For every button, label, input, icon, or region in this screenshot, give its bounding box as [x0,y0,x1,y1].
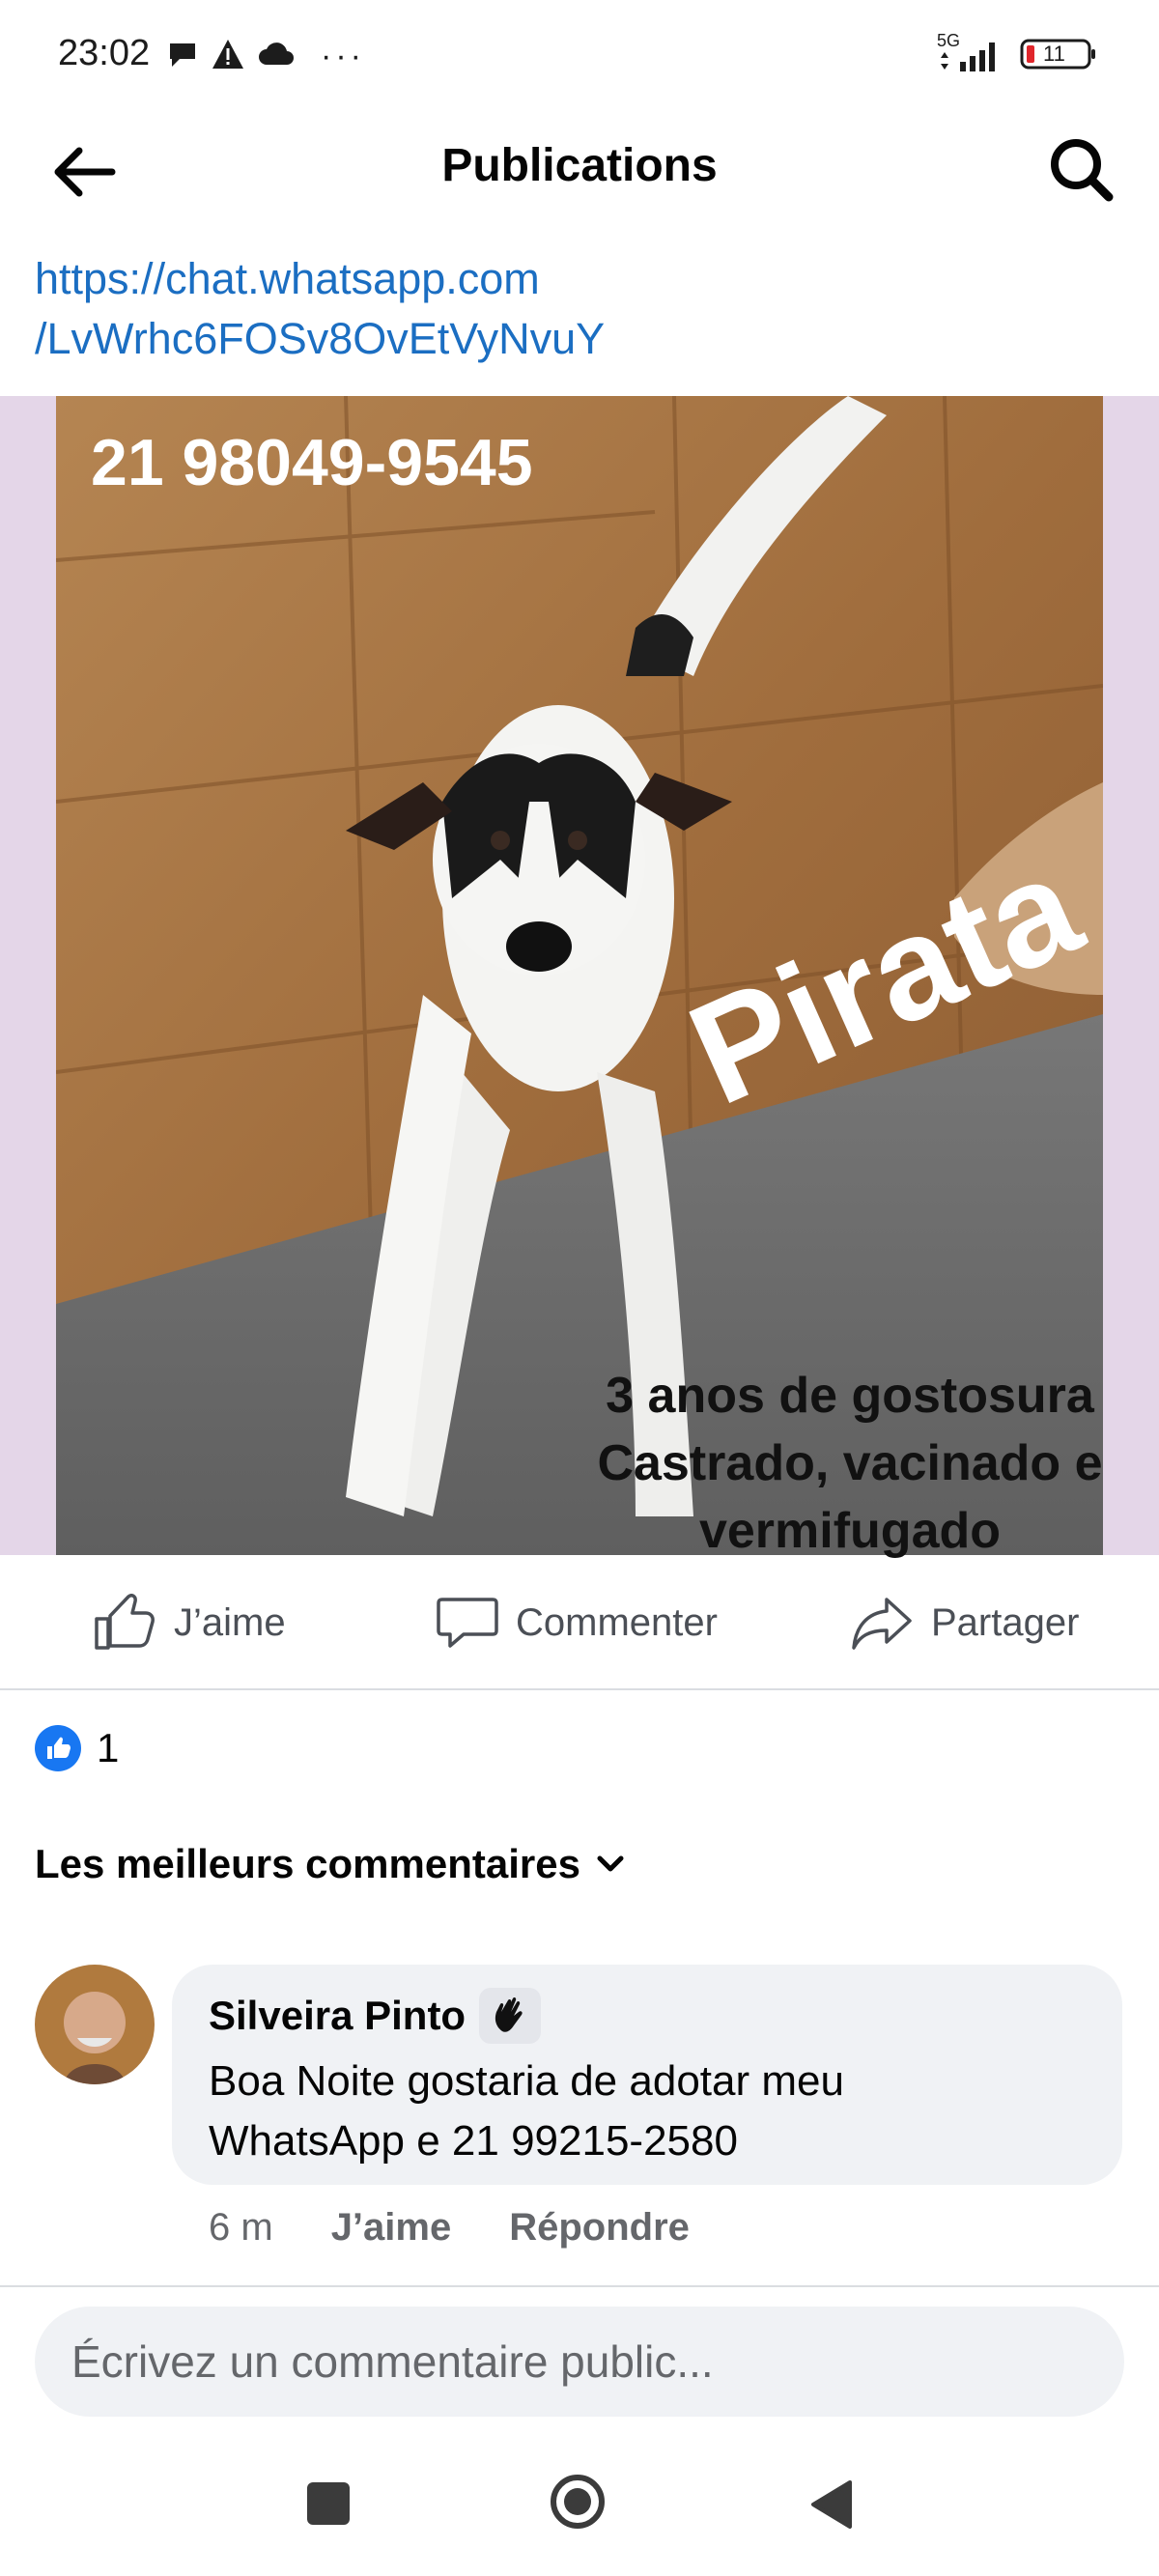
comments-sort-dropdown[interactable]: Les meilleurs commentaires [35,1841,627,1887]
like-button[interactable]: J’aime [93,1584,286,1661]
battery-level: 11 [1043,42,1065,66]
comments-sort-label: Les meilleurs commentaires [35,1841,580,1886]
cloud-icon [257,40,296,73]
link-line-1: https://chat.whatsapp.com [35,254,540,303]
chat-bubble-icon [166,38,199,75]
comment-like-button[interactable]: J’aime [331,2206,452,2250]
status-notification-icons: ··· [166,37,365,75]
status-time: 23:02 [58,33,151,73]
nav-home-button[interactable] [549,2473,607,2531]
avatar[interactable] [35,1965,155,2084]
share-arrow-icon [852,1598,912,1650]
divider [0,2285,1159,2287]
comment-text-line: WhatsApp e 21 99215-2580 [209,2117,738,2165]
page-title: Publications [441,140,718,191]
like-reaction-icon [35,1725,81,1771]
caption-line: vermifugado [698,1503,1002,1559]
link-line-2: /LvWrhc6FOSv8OvEtVyNvuY [35,314,606,363]
signal-icon: 5G [937,31,1006,75]
search-icon [1051,139,1114,202]
home-circle-icon [551,2475,605,2529]
thumbs-up-icon [95,1594,155,1650]
search-button[interactable] [1037,126,1124,212]
comment-meta: 6 m J’aime Répondre [209,2206,690,2250]
status-right: 5G 11 [937,31,1097,75]
photo-caption: 3 anos de gostosura Castrado, vacinado e… [580,1362,1120,1565]
comment-text-line: Boa Noite gostaria de adotar meu [209,2057,844,2105]
comment-bubble-icon [437,1598,498,1648]
reaction-count: 1 [97,1725,120,1770]
comment-time: 6 m [209,2206,273,2249]
comment-label: Commenter [516,1600,718,1644]
caption-line: Castrado, vacinado e [597,1435,1103,1491]
like-label: J’aime [174,1600,286,1644]
more-dots: ··· [321,37,365,74]
comment-author[interactable]: Silveira Pinto [209,1988,542,2044]
comment-input-placeholder: Écrivez un commentaire public... [71,2336,714,2387]
chevron-down-icon [597,1855,624,1872]
comment-author-name: Silveira Pinto [209,1993,466,2038]
comment-reply-button[interactable]: Répondre [509,2206,690,2250]
share-button[interactable]: Partager [850,1584,1079,1661]
warning-icon [211,38,245,75]
reactions-summary[interactable]: 1 [35,1725,119,1771]
comment-button[interactable]: Commenter [437,1584,718,1661]
whatsapp-link[interactable]: https://chat.whatsapp.com /LvWrhc6FOSv8O… [35,249,605,369]
battery-icon: 11 [1020,37,1097,71]
comment-text: Boa Noite gostaria de adotar meu WhatsAp… [209,2052,1078,2171]
wave-hand-icon [479,1988,542,2044]
caption-line: 3 anos de gostosura [606,1368,1094,1424]
photo-phone-overlay: 21 98049-9545 [91,426,533,499]
share-label: Partager [931,1600,1080,1644]
triangle-back-icon [811,2480,852,2529]
nav-back-button[interactable] [807,2478,856,2531]
nav-recents-button[interactable] [307,2482,350,2525]
